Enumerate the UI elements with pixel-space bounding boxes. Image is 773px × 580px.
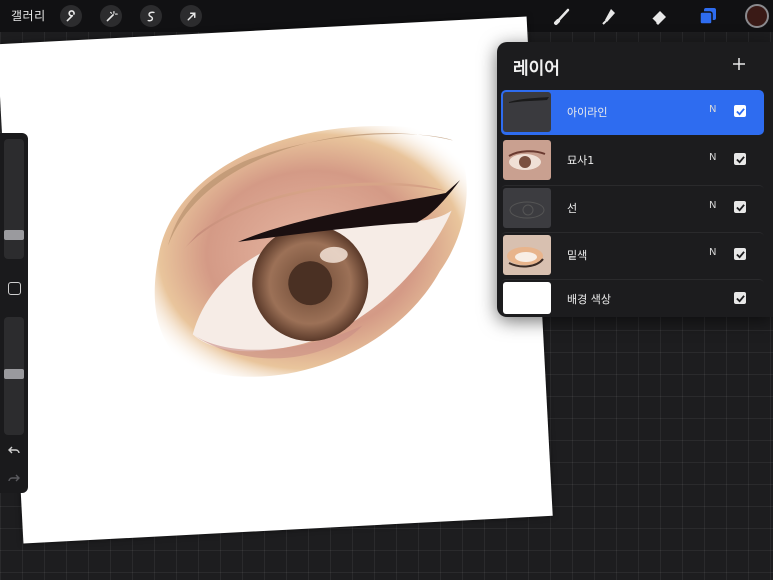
layer-thumbnail — [503, 140, 551, 180]
checkmark-icon — [735, 107, 745, 116]
layer-row-background-color[interactable]: 배경 색상 — [501, 279, 764, 325]
smudge-icon[interactable] — [597, 4, 621, 28]
eye-artwork — [154, 126, 467, 377]
brush-size-slider[interactable] — [4, 139, 24, 259]
layers-icon[interactable] — [696, 4, 720, 28]
layer-row-lines[interactable]: 선 N — [501, 185, 764, 231]
visibility-checkbox[interactable] — [734, 201, 746, 213]
brush-icon[interactable] — [551, 4, 575, 28]
redo-icon[interactable] — [6, 471, 22, 487]
blend-mode-button[interactable]: N — [709, 247, 716, 258]
left-sidebar — [0, 133, 28, 493]
layer-row-eyeliner[interactable]: 아이라인 N — [501, 90, 764, 135]
checkmark-icon — [735, 155, 745, 164]
layers-panel-title: 레이어 — [513, 59, 560, 79]
layer-thumbnail — [503, 282, 551, 314]
blend-mode-button[interactable]: N — [709, 104, 716, 115]
layer-name: 배경 색상 — [567, 293, 611, 306]
visibility-checkbox[interactable] — [734, 248, 746, 260]
undo-icon[interactable] — [6, 443, 22, 459]
opacity-thumb[interactable] — [4, 369, 24, 379]
selection-icon[interactable] — [140, 5, 162, 27]
magic-wand-icon[interactable] — [100, 5, 122, 27]
layer-name: 선 — [567, 202, 578, 215]
layer-name: 아이라인 — [567, 106, 608, 119]
layer-row-detail1[interactable]: 묘사1 N — [501, 138, 764, 183]
opacity-slider[interactable] — [4, 317, 24, 435]
blend-mode-button[interactable]: N — [709, 200, 716, 211]
color-picker-swatch[interactable] — [745, 4, 769, 28]
visibility-checkbox[interactable] — [734, 105, 746, 117]
checkmark-icon — [735, 294, 745, 303]
plus-icon — [733, 58, 745, 70]
layer-thumbnail — [503, 92, 551, 132]
checkmark-icon — [735, 250, 745, 259]
checkmark-icon — [735, 203, 745, 212]
layer-thumbnail — [503, 188, 551, 228]
gallery-button[interactable]: 갤러리 — [11, 7, 46, 24]
layers-panel: 레이어 아이라인 N 묘사1 N 선 N 밑색 N 배경 색상 — [497, 42, 773, 317]
transform-arrow-icon[interactable] — [180, 5, 202, 27]
layer-thumbnail — [503, 235, 551, 275]
eraser-icon[interactable] — [647, 4, 671, 28]
modify-square-icon[interactable] — [8, 282, 21, 295]
brush-size-thumb[interactable] — [4, 230, 24, 240]
layer-name: 밑색 — [567, 249, 588, 262]
layer-row-basecolor[interactable]: 밑색 N — [501, 232, 764, 278]
visibility-checkbox[interactable] — [734, 292, 746, 304]
drawing-canvas[interactable] — [0, 16, 553, 544]
layer-name: 묘사1 — [567, 154, 595, 167]
visibility-checkbox[interactable] — [734, 153, 746, 165]
add-layer-button[interactable] — [727, 52, 751, 76]
wrench-icon[interactable] — [60, 5, 82, 27]
blend-mode-button[interactable]: N — [709, 152, 716, 163]
